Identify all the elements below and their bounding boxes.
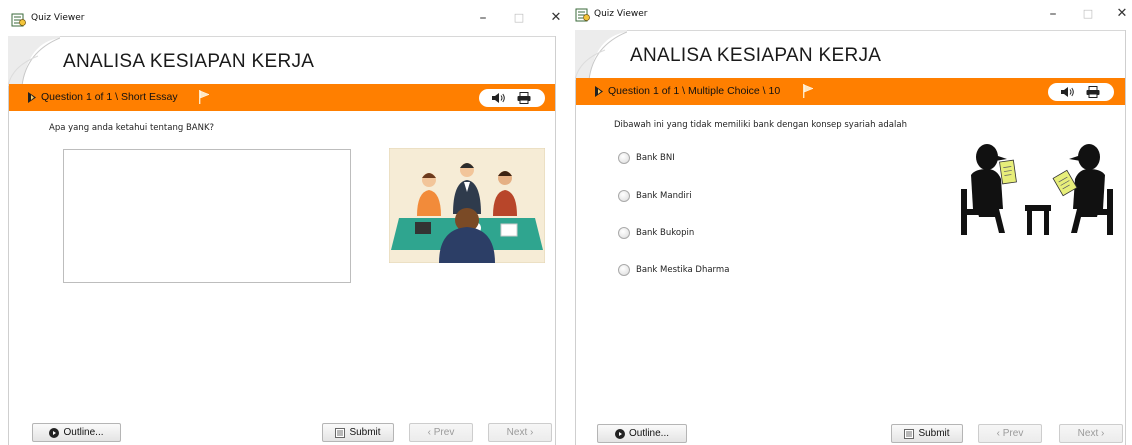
window-title: Quiz Viewer <box>31 13 85 23</box>
question-bar: Question 1 of 1 \ Short Essay <box>9 84 555 111</box>
choice-label: Bank Mandiri <box>636 191 692 201</box>
submit-label: Submit <box>918 428 950 439</box>
essay-answer-input[interactable] <box>63 149 351 283</box>
speaker-icon[interactable] <box>491 92 505 104</box>
list-icon <box>904 428 915 439</box>
window-title: Quiz Viewer <box>594 9 648 19</box>
page-curl-icon <box>8 36 60 86</box>
quiz-header: ANALISA KESIAPAN KERJA <box>575 30 1125 80</box>
play-icon <box>49 427 60 438</box>
choice-radio[interactable] <box>618 264 630 276</box>
minimize-button[interactable]: – <box>1042 5 1064 23</box>
printer-icon[interactable] <box>517 92 531 104</box>
quiz-frame: ANALISA KESIAPAN KERJA Question 1 of 1 \… <box>575 30 1126 445</box>
prev-button[interactable]: ‹ Prev <box>409 423 473 442</box>
outline-button[interactable]: Outline... <box>597 424 687 443</box>
printer-icon[interactable] <box>1086 86 1100 98</box>
submit-button[interactable]: Submit <box>891 424 963 443</box>
question-content: Dibawah ini yang tidak memiliki bank den… <box>576 105 1125 445</box>
next-button[interactable]: Next › <box>1059 424 1123 443</box>
question-content: Apa yang anda ketahui tentang BANK? <box>9 111 555 445</box>
quiz-title: ANALISA KESIAPAN KERJA <box>63 51 315 72</box>
outline-label: Outline... <box>63 427 104 438</box>
choice-label: Bank Bukopin <box>636 228 695 238</box>
choice-radio[interactable] <box>618 227 630 239</box>
question-text: Apa yang anda ketahui tentang BANK? <box>49 123 215 133</box>
choice-radio[interactable] <box>618 152 630 164</box>
question-label: Question 1 of 1 \ Short Essay <box>41 91 178 103</box>
flag-icon[interactable] <box>801 83 815 99</box>
choice-label: Bank BNI <box>636 153 675 163</box>
submit-button[interactable]: Submit <box>322 423 394 442</box>
list-icon <box>335 427 346 438</box>
arrow-icon <box>595 86 603 97</box>
question-bar: Question 1 of 1 \ Multiple Choice \ 10 <box>576 78 1125 105</box>
two-people-talking-illustration <box>961 144 1113 235</box>
outline-label: Outline... <box>628 428 670 439</box>
quiz-viewer-app-icon <box>575 8 590 22</box>
close-button[interactable]: ✕ <box>1111 5 1132 23</box>
quiz-viewer-window-multiple-choice: Quiz Viewer – □ ✕ ANALISA KESIAPAN KERJA… <box>570 0 1132 445</box>
prev-button[interactable]: ‹ Prev <box>978 424 1042 443</box>
page-curl-icon <box>575 30 627 80</box>
question-text: Dibawah ini yang tidak memiliki bank den… <box>614 120 907 130</box>
flag-icon[interactable] <box>197 89 211 105</box>
quiz-frame: ANALISA KESIAPAN KERJA Question 1 of 1 \… <box>8 36 556 445</box>
speaker-icon[interactable] <box>1060 86 1074 98</box>
outline-button[interactable]: Outline... <box>32 423 121 442</box>
choice-label: Bank Mestika Dharma <box>636 265 730 275</box>
submit-label: Submit <box>349 427 381 438</box>
job-interview-illustration <box>389 148 545 263</box>
quiz-header: ANALISA KESIAPAN KERJA <box>8 36 555 86</box>
next-button[interactable]: Next › <box>488 423 552 442</box>
minimize-button[interactable]: – <box>472 9 494 27</box>
media-toolbar <box>479 89 545 107</box>
arrow-icon <box>28 92 36 103</box>
maximize-button[interactable]: □ <box>508 9 530 27</box>
choice-radio[interactable] <box>618 190 630 202</box>
quiz-viewer-window-short-essay: Quiz Viewer – □ ✕ ANALISA KESIAPAN KERJA… <box>0 0 564 445</box>
maximize-button[interactable]: □ <box>1077 5 1099 23</box>
quiz-title: ANALISA KESIAPAN KERJA <box>630 45 882 66</box>
close-button[interactable]: ✕ <box>545 9 564 27</box>
media-toolbar <box>1048 83 1114 101</box>
quiz-viewer-app-icon <box>11 13 26 27</box>
question-label: Question 1 of 1 \ Multiple Choice \ 10 <box>608 85 781 97</box>
play-icon <box>614 428 625 439</box>
title-bar[interactable]: Quiz Viewer – □ ✕ <box>0 0 564 36</box>
